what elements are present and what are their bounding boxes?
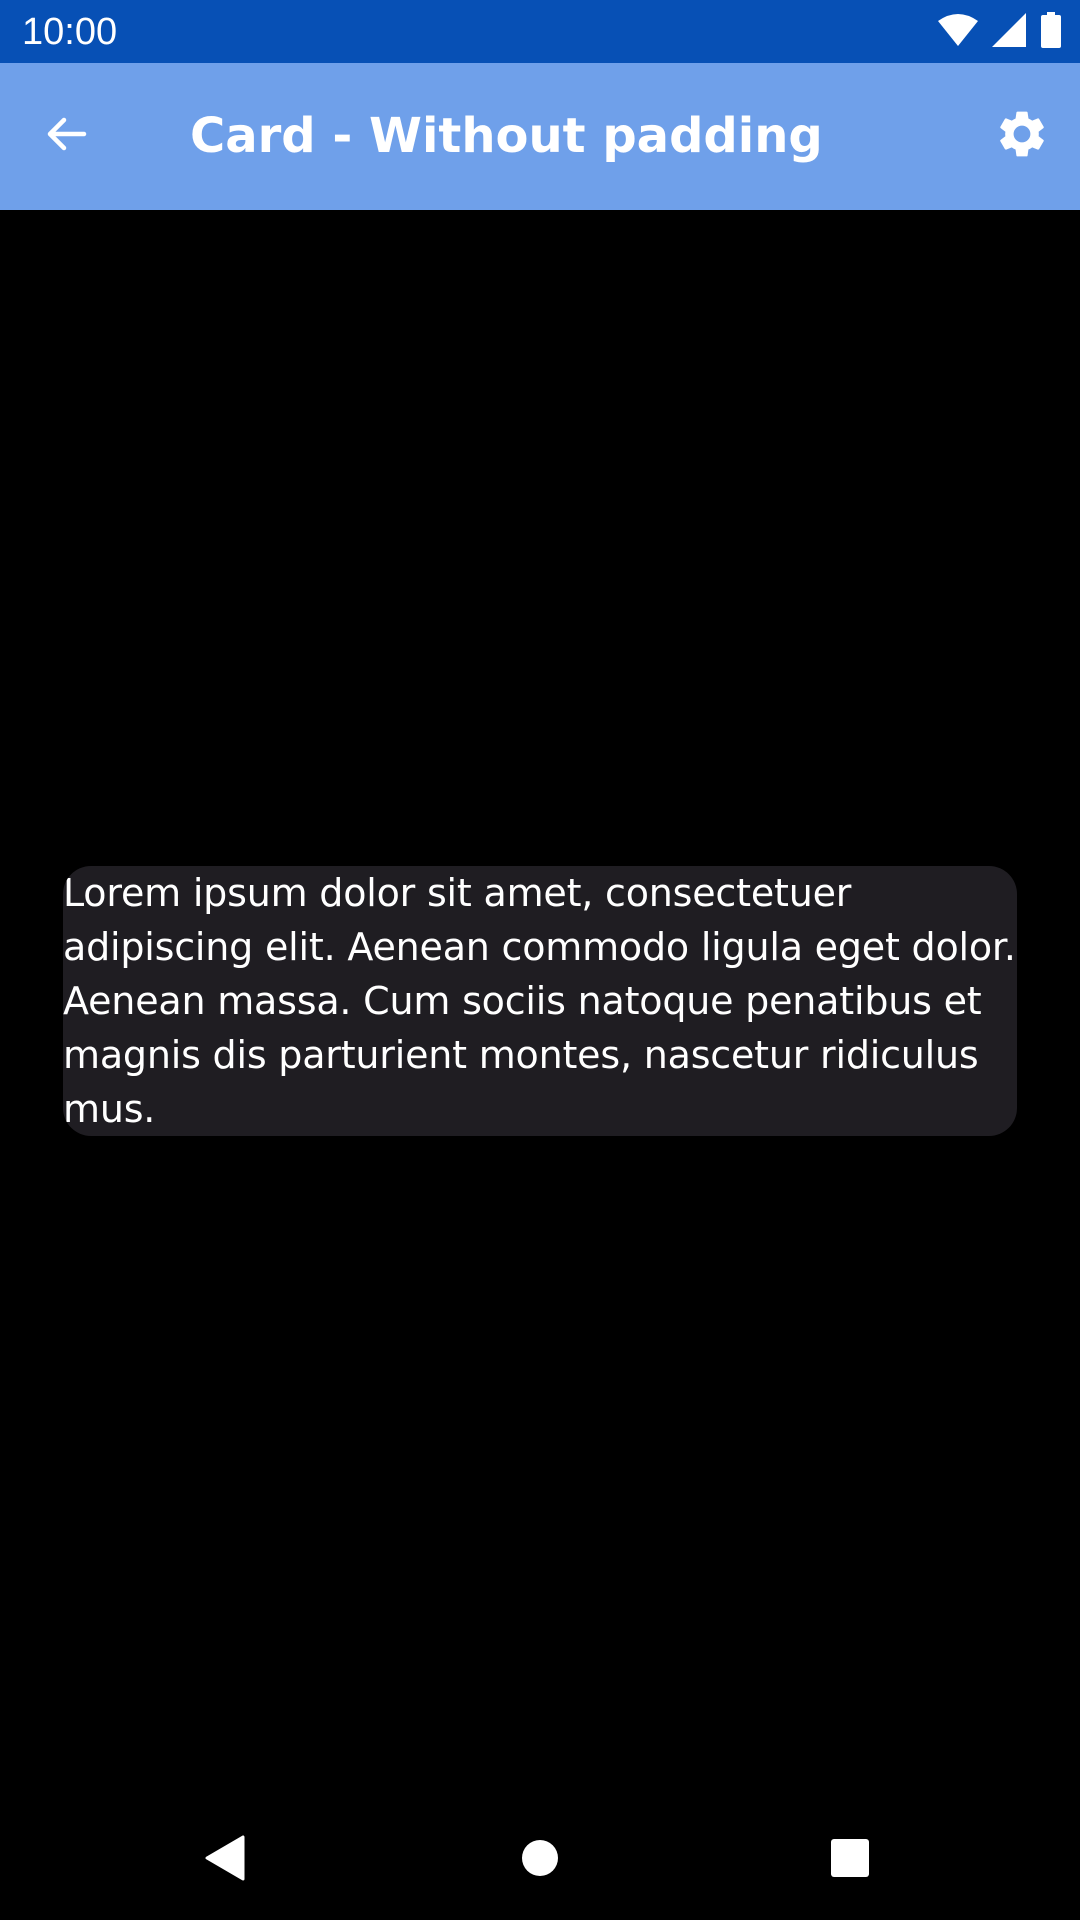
nav-home-icon [520,1838,560,1882]
card: Lorem ipsum dolor sit amet, consectetuer… [63,866,1017,1136]
app-bar: Card - Without padding [0,63,1080,210]
gear-icon [994,106,1050,166]
status-time: 10:00 [22,11,118,53]
card-text: Lorem ipsum dolor sit amet, consectetuer… [63,871,1016,1131]
nav-recents-button[interactable] [820,1830,880,1890]
nav-back-button[interactable] [195,1830,255,1890]
nav-back-icon [203,1835,247,1885]
page-title: Card - Without padding [190,108,823,164]
arrow-back-icon [42,110,90,162]
settings-button[interactable] [990,104,1054,168]
status-bar: 10:00 [0,0,1080,63]
nav-recents-icon [830,1838,870,1882]
back-button[interactable] [34,104,98,168]
cellular-signal-icon [992,13,1026,51]
battery-icon [1040,12,1062,52]
nav-home-button[interactable] [510,1830,570,1890]
navigation-bar [0,1800,1080,1920]
status-icons [938,12,1062,52]
wifi-icon [938,13,978,51]
